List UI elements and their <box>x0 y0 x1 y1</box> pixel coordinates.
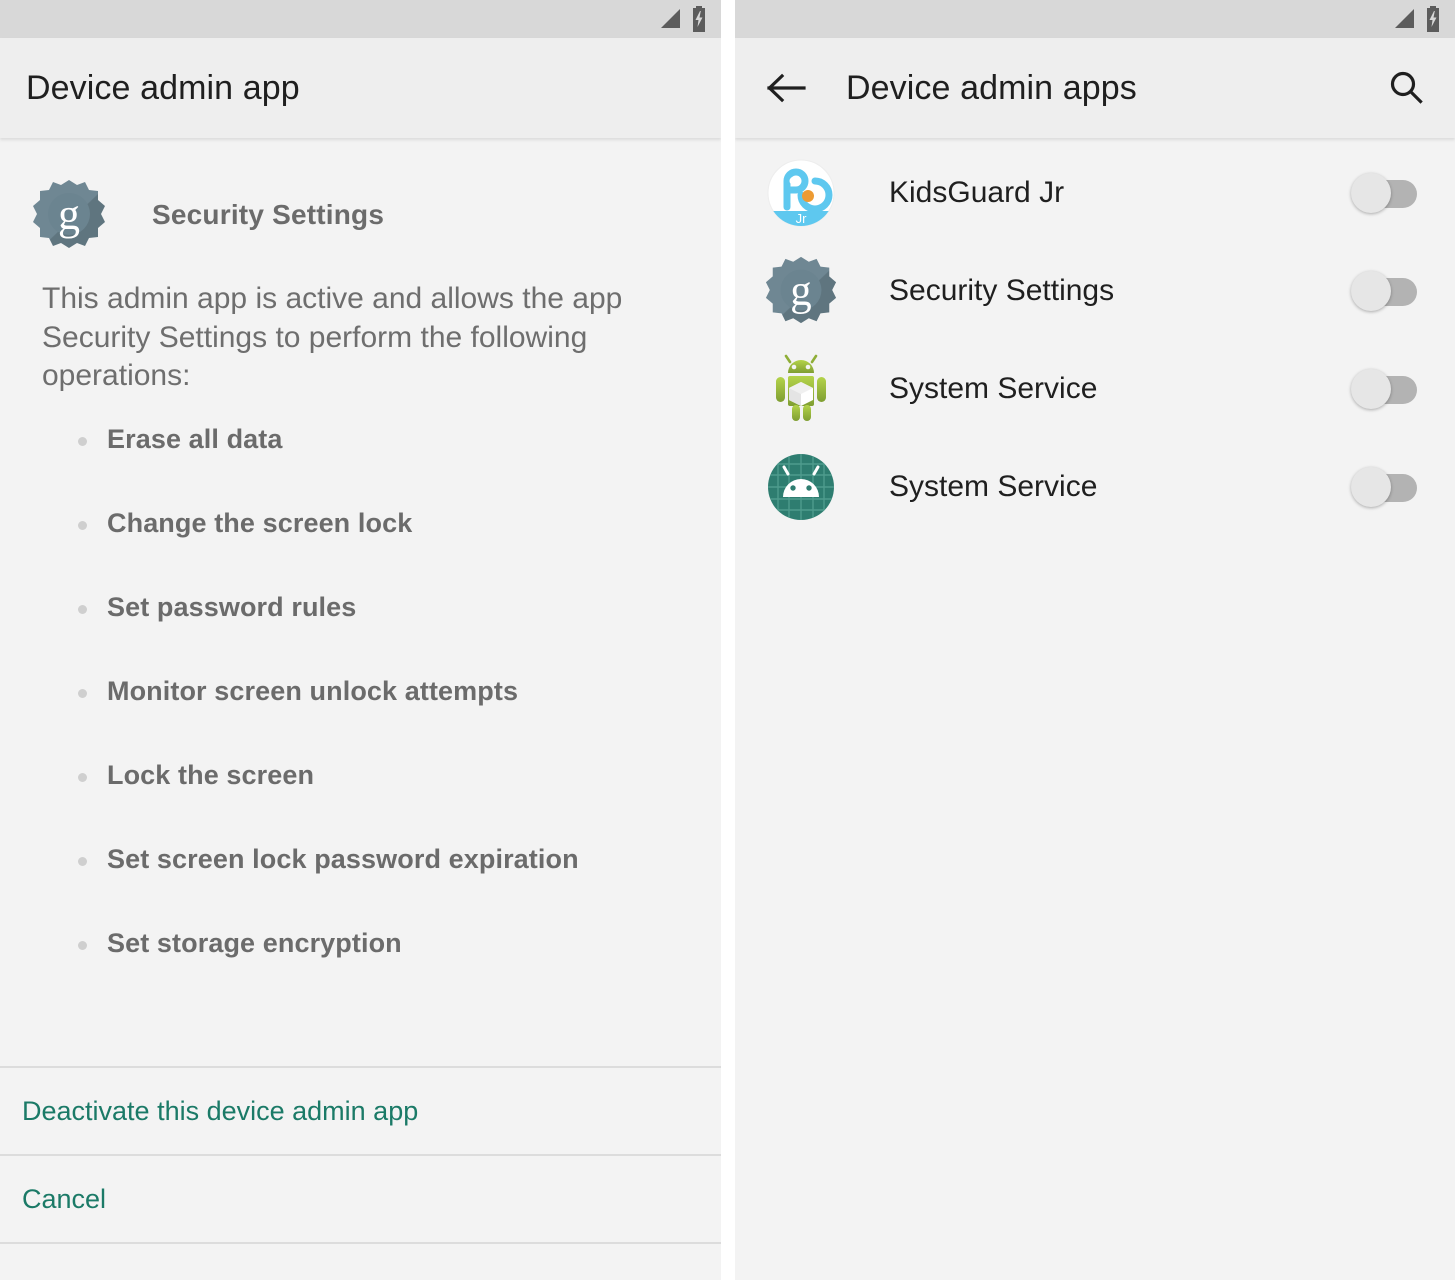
panel-gutter <box>721 0 735 1280</box>
list-bottom-spacer <box>0 1006 721 1066</box>
admin-toggle-switch[interactable] <box>1351 178 1417 208</box>
signal-triangle-icon <box>656 8 682 30</box>
policy-list: Erase all data Change the screen lock Se… <box>0 418 721 1006</box>
bullet-icon <box>78 857 87 866</box>
admin-app-label: Security Settings <box>889 274 1351 308</box>
switch-thumb <box>1351 369 1391 409</box>
svg-text:g: g <box>790 268 811 315</box>
policy-label: Lock the screen <box>107 754 314 789</box>
bullet-icon <box>78 941 87 950</box>
deactivate-admin-app-button[interactable]: Deactivate this device admin app <box>0 1068 721 1154</box>
admin-app-label: KidsGuard Jr <box>889 176 1351 210</box>
dual-screenshot-container: Device admin app <box>0 0 1455 1280</box>
policy-item: Erase all data <box>0 418 721 502</box>
search-icon[interactable] <box>1379 61 1433 115</box>
signal-triangle-icon <box>1390 8 1416 30</box>
battery-charging-icon <box>691 6 707 32</box>
android-head-grid-icon <box>763 449 839 525</box>
status-bar-icons <box>1390 6 1441 32</box>
policy-item: Monitor screen unlock attempts <box>0 670 721 754</box>
kidsguard-jr-icon: Jr <box>763 155 839 231</box>
admin-toggle-switch[interactable] <box>1351 374 1417 404</box>
admin-description: This admin app is active and allows the … <box>42 280 679 396</box>
bullet-icon <box>78 605 87 614</box>
bullet-icon <box>78 521 87 530</box>
right-screen: Device admin apps <box>735 0 1455 1280</box>
bullet-icon <box>78 773 87 782</box>
switch-thumb <box>1351 467 1391 507</box>
policy-item: Set screen lock password expiration <box>0 838 721 922</box>
admin-app-name: Security Settings <box>152 199 384 231</box>
admin-toggle-switch[interactable] <box>1351 276 1417 306</box>
list-item[interactable]: Jr KidsGuard Jr <box>735 144 1455 242</box>
divider <box>0 1242 721 1244</box>
policy-label: Set storage encryption <box>107 922 402 957</box>
app-bar-left: Device admin app <box>0 38 721 138</box>
admin-toggle-switch[interactable] <box>1351 472 1417 502</box>
cancel-label: Cancel <box>22 1184 106 1215</box>
battery-charging-icon <box>1425 6 1441 32</box>
admin-app-label: System Service <box>889 372 1351 406</box>
policy-item: Set password rules <box>0 586 721 670</box>
google-settings-gear-icon: g <box>30 176 108 254</box>
switch-thumb <box>1351 271 1391 311</box>
cancel-button[interactable]: Cancel <box>0 1156 721 1242</box>
back-arrow-icon[interactable] <box>759 61 813 115</box>
policy-label: Set screen lock password expiration <box>107 838 579 873</box>
policy-item: Lock the screen <box>0 754 721 838</box>
policy-item: Change the screen lock <box>0 502 721 586</box>
admin-app-header: g Security Settings <box>0 138 721 254</box>
svg-text:Jr: Jr <box>796 211 808 226</box>
page-title-left: Device admin app <box>26 69 300 108</box>
status-bar-icons <box>656 6 707 32</box>
right-content: Jr KidsGuard Jr <box>735 138 1455 1280</box>
switch-thumb <box>1351 173 1391 213</box>
policy-label: Erase all data <box>107 418 283 453</box>
bullet-icon <box>78 437 87 446</box>
google-settings-gear-icon: g <box>763 253 839 329</box>
app-bar-right: Device admin apps <box>735 38 1455 138</box>
status-bar-right <box>735 0 1455 38</box>
page-title-right: Device admin apps <box>846 69 1379 108</box>
android-robot-box-icon <box>763 351 839 427</box>
svg-text:g: g <box>58 190 80 239</box>
list-item[interactable]: g Security Settings <box>735 242 1455 340</box>
admin-apps-list: Jr KidsGuard Jr <box>735 138 1455 536</box>
status-bar-left <box>0 0 721 38</box>
admin-app-label: System Service <box>889 470 1351 504</box>
policy-label: Set password rules <box>107 586 356 621</box>
deactivate-admin-app-label: Deactivate this device admin app <box>22 1096 418 1127</box>
left-screen: Device admin app <box>0 0 721 1280</box>
bullet-icon <box>78 689 87 698</box>
list-item[interactable]: System Service <box>735 340 1455 438</box>
left-content: g Security Settings This admin app is ac… <box>0 138 721 1280</box>
policy-item: Set storage encryption <box>0 922 721 1006</box>
list-item[interactable]: System Service <box>735 438 1455 536</box>
policy-label: Change the screen lock <box>107 502 412 537</box>
policy-label: Monitor screen unlock attempts <box>107 670 518 705</box>
